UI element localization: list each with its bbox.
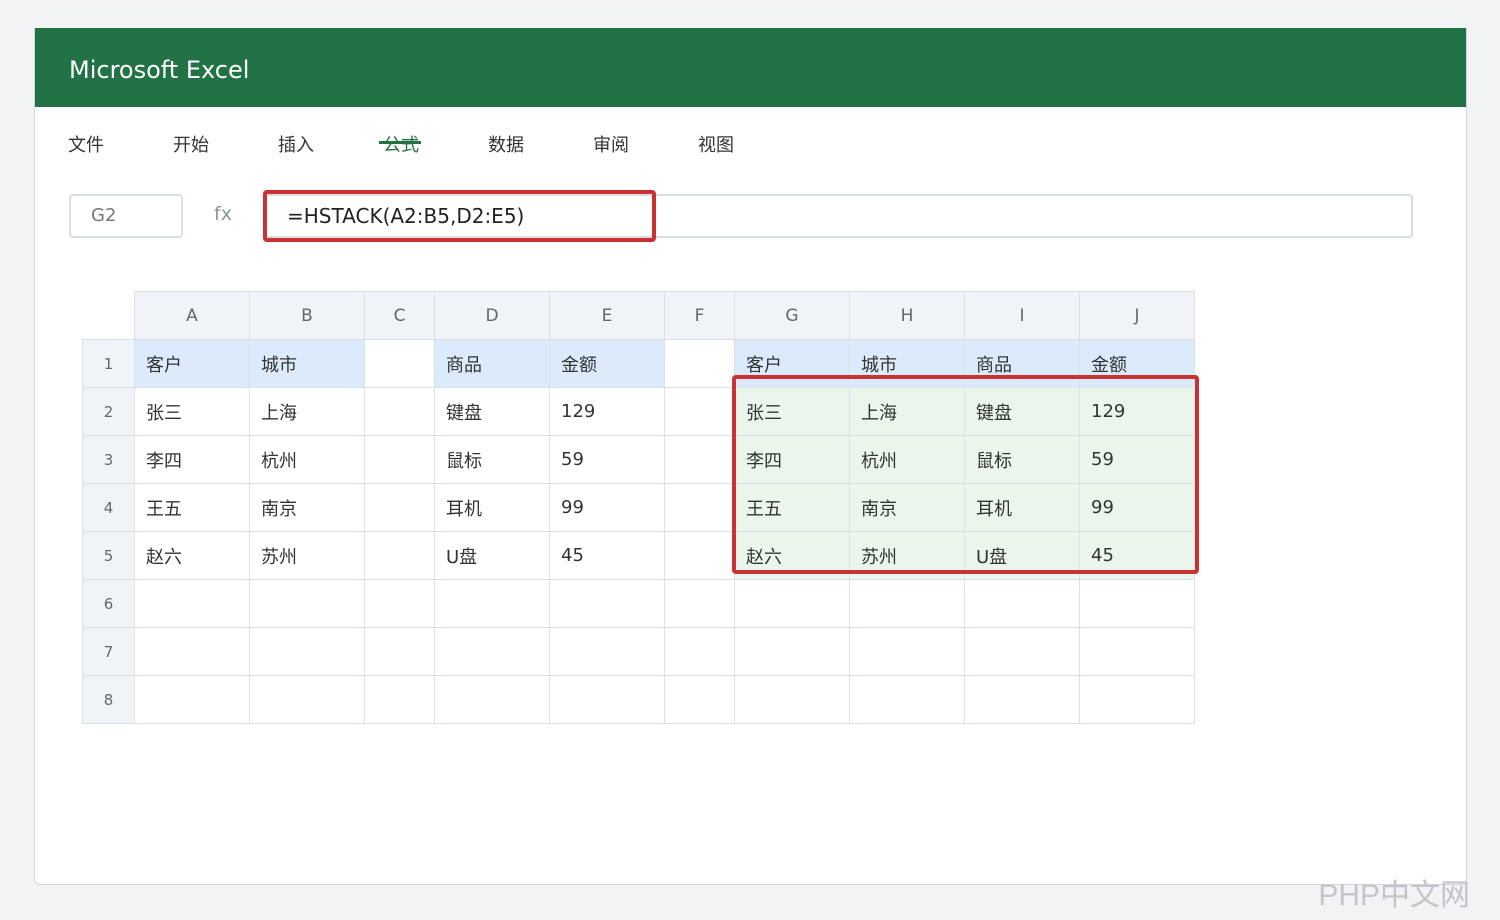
cell[interactable]: [664, 483, 735, 532]
cell[interactable]: [1079, 675, 1195, 724]
cell[interactable]: 鼠标: [434, 435, 550, 484]
cell[interactable]: [134, 627, 250, 676]
cell[interactable]: [249, 627, 365, 676]
active-tab-underline: [379, 141, 421, 144]
cell[interactable]: [364, 339, 435, 388]
cell[interactable]: [549, 627, 665, 676]
row-header[interactable]: 7: [82, 627, 135, 676]
row-header[interactable]: 5: [82, 531, 135, 580]
menu-item-0[interactable]: 文件: [61, 131, 111, 157]
cell[interactable]: [664, 339, 735, 388]
cell[interactable]: 杭州: [249, 435, 365, 484]
column-header[interactable]: A: [134, 291, 250, 340]
cell[interactable]: 南京: [249, 483, 365, 532]
column-header[interactable]: F: [664, 291, 735, 340]
cell[interactable]: [849, 627, 965, 676]
cell[interactable]: [249, 675, 365, 724]
cell[interactable]: [549, 579, 665, 628]
excel-window: Microsoft Excel 文件 开始 插入 公式 数据 审阅 视图 G2 fx =HS…: [34, 28, 1467, 885]
cell[interactable]: 129: [549, 387, 665, 436]
column-header[interactable]: H: [849, 291, 965, 340]
menu-item-6[interactable]: 视图: [691, 131, 741, 157]
cell[interactable]: [364, 579, 435, 628]
cell[interactable]: [364, 675, 435, 724]
fx-icon[interactable]: fx: [214, 203, 232, 225]
menu-item-1[interactable]: 开始: [166, 131, 216, 157]
row-header[interactable]: 4: [82, 483, 135, 532]
cell[interactable]: [434, 675, 550, 724]
column-header[interactable]: G: [734, 291, 850, 340]
cell[interactable]: 王五: [134, 483, 250, 532]
cell[interactable]: [1079, 627, 1195, 676]
row-header[interactable]: 1: [82, 339, 135, 388]
cell[interactable]: 上海: [249, 387, 365, 436]
cell[interactable]: [664, 579, 735, 628]
menu-bar: 文件 开始 插入 公式 数据 审阅 视图: [35, 107, 1466, 173]
cell[interactable]: 苏州: [249, 531, 365, 580]
cell[interactable]: 赵六: [134, 531, 250, 580]
row-header[interactable]: 3: [82, 435, 135, 484]
row-header[interactable]: 8: [82, 675, 135, 724]
cell[interactable]: [434, 627, 550, 676]
grid-corner: [82, 291, 135, 340]
app-title: Microsoft Excel: [35, 28, 1466, 107]
cell[interactable]: [849, 579, 965, 628]
cell[interactable]: 张三: [134, 387, 250, 436]
result-highlight-box: [732, 375, 1199, 574]
cell[interactable]: 59: [549, 435, 665, 484]
cell[interactable]: [434, 579, 550, 628]
cell[interactable]: [664, 627, 735, 676]
table-row: 6: [82, 579, 1195, 628]
cell[interactable]: [664, 531, 735, 580]
cell[interactable]: [364, 627, 435, 676]
cell[interactable]: [364, 435, 435, 484]
formula-highlight-box: [263, 190, 656, 242]
cell[interactable]: [364, 387, 435, 436]
cell[interactable]: [964, 579, 1080, 628]
cell[interactable]: 耳机: [434, 483, 550, 532]
menu-item-3[interactable]: 公式: [376, 131, 426, 157]
table-row: 8: [82, 675, 1195, 724]
menu-item-5[interactable]: 审阅: [586, 131, 636, 157]
column-header[interactable]: B: [249, 291, 365, 340]
cell[interactable]: 45: [549, 531, 665, 580]
cell[interactable]: [849, 675, 965, 724]
column-header[interactable]: D: [434, 291, 550, 340]
cell[interactable]: 商品: [434, 339, 550, 388]
column-header[interactable]: C: [364, 291, 435, 340]
cell[interactable]: [364, 483, 435, 532]
cell[interactable]: [134, 675, 250, 724]
cell[interactable]: [134, 579, 250, 628]
cell[interactable]: 城市: [249, 339, 365, 388]
cell[interactable]: 客户: [134, 339, 250, 388]
column-header[interactable]: E: [549, 291, 665, 340]
cell[interactable]: 李四: [134, 435, 250, 484]
menu-item-2[interactable]: 插入: [271, 131, 321, 157]
table-row: 7: [82, 627, 1195, 676]
name-box[interactable]: G2: [69, 194, 183, 238]
cell[interactable]: [249, 579, 365, 628]
watermark: PHP中文网: [1318, 879, 1470, 912]
cell[interactable]: [664, 675, 735, 724]
column-header[interactable]: I: [964, 291, 1080, 340]
cell[interactable]: 金额: [549, 339, 665, 388]
cell[interactable]: [1079, 579, 1195, 628]
cell[interactable]: [734, 627, 850, 676]
cell[interactable]: [734, 675, 850, 724]
cell[interactable]: [549, 675, 665, 724]
cell[interactable]: U盘: [434, 531, 550, 580]
menu-item-4[interactable]: 数据: [481, 131, 531, 157]
row-header[interactable]: 2: [82, 387, 135, 436]
cell[interactable]: [664, 387, 735, 436]
column-header[interactable]: J: [1079, 291, 1195, 340]
cell[interactable]: [364, 531, 435, 580]
cell[interactable]: [734, 579, 850, 628]
cell[interactable]: 键盘: [434, 387, 550, 436]
cell[interactable]: 99: [549, 483, 665, 532]
cell[interactable]: [664, 435, 735, 484]
cell[interactable]: [964, 675, 1080, 724]
row-header[interactable]: 6: [82, 579, 135, 628]
cell[interactable]: [964, 627, 1080, 676]
